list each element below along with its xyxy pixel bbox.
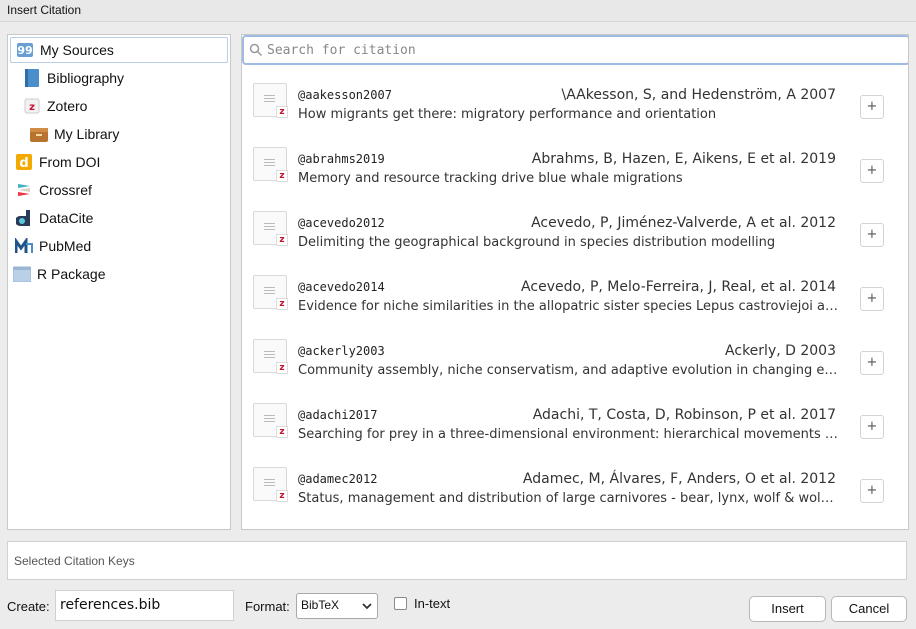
zotero-badge-icon: z xyxy=(276,234,288,246)
zotero-badge-icon: z xyxy=(276,106,288,118)
citation-row[interactable]: z @acevedo2012 Acevedo, P, Jiménez-Valverd… xyxy=(242,205,902,269)
quote-icon: 99 xyxy=(16,41,34,59)
citation-row[interactable]: z @acevedo2014 Acevedo, P, Melo-Ferreira, … xyxy=(242,269,902,333)
citation-title: Memory and resource tracking drive blue … xyxy=(298,171,683,186)
document-icon: z xyxy=(253,147,288,182)
zotero-badge-icon: z xyxy=(276,426,288,438)
book-icon xyxy=(23,69,41,87)
citation-list-panel: z @aakesson2007 \AAkesson, S, and Hedenstr… xyxy=(241,34,909,530)
add-citation-button[interactable]: + xyxy=(860,415,884,439)
sidebar-item-my-library[interactable]: My Library xyxy=(30,121,119,147)
add-citation-button[interactable]: + xyxy=(860,159,884,183)
document-icon: z xyxy=(253,339,288,374)
citation-row[interactable]: z @adamec2012 Adamec, M, Álvares, F, Ander… xyxy=(242,461,902,525)
add-citation-button[interactable]: + xyxy=(860,351,884,375)
add-citation-button[interactable]: + xyxy=(860,223,884,247)
sidebar-item-label: From DOI xyxy=(39,154,101,170)
sidebar-item-crossref[interactable]: Crossref xyxy=(15,177,92,203)
in-text-checkbox[interactable] xyxy=(394,597,407,610)
create-label: Create: xyxy=(7,599,50,614)
insert-button[interactable]: Insert xyxy=(749,596,826,622)
citation-key: @adachi2017 xyxy=(298,408,378,422)
sidebar-item-my-sources[interactable]: 99 My Sources xyxy=(10,37,228,63)
sidebar-item-label: PubMed xyxy=(39,238,92,254)
crossref-icon xyxy=(15,181,33,199)
sidebar-item-label: Bibliography xyxy=(47,70,125,86)
sidebar-item-label: My Sources xyxy=(40,42,114,58)
sidebar-item-label: My Library xyxy=(54,126,120,142)
document-icon: z xyxy=(253,467,288,502)
sources-sidebar: 99 My Sources Bibliography z Zotero My L… xyxy=(7,34,231,530)
citation-authors: Adamec, M, Álvares, F, Anders, O et al. … xyxy=(522,471,836,487)
pubmed-icon xyxy=(15,237,33,255)
citation-title: Delimiting the geographical background i… xyxy=(298,235,776,250)
citation-key: @adamec2012 xyxy=(298,472,378,486)
window-title: Insert Citation xyxy=(0,0,916,22)
citation-key: @ackerly2003 xyxy=(298,344,385,358)
sidebar-item-datacite[interactable]: DataCite xyxy=(15,205,93,231)
add-citation-button[interactable]: + xyxy=(860,287,884,311)
citation-row[interactable]: z @ackerly2003 Ackerly, D 2003 Community as… xyxy=(242,333,902,397)
sidebar-item-label: Crossref xyxy=(39,182,92,198)
citation-key: @aakesson2007 xyxy=(298,88,392,102)
sidebar-item-label: DataCite xyxy=(39,210,94,226)
search-input[interactable] xyxy=(267,42,897,58)
selected-citation-keys[interactable]: Selected Citation Keys xyxy=(7,541,907,580)
citation-authors: \AAkesson, S, and Hedenström, A 2007 xyxy=(561,87,837,103)
zotero-badge-icon: z xyxy=(276,298,288,310)
citation-row-partial xyxy=(242,525,902,529)
sidebar-item-pubmed[interactable]: PubMed xyxy=(15,233,91,259)
citation-title: Status, management and distribution of l… xyxy=(298,491,834,506)
svg-text:99: 99 xyxy=(17,44,32,57)
sidebar-item-zotero[interactable]: z Zotero xyxy=(23,93,87,119)
citation-title: Evidence for niche similarities in the a… xyxy=(298,299,838,314)
library-icon xyxy=(30,125,48,143)
citation-authors: Abrahms, B, Hazen, E, Aikens, E et al. 2… xyxy=(531,151,836,167)
svg-text:z: z xyxy=(29,102,35,113)
zotero-badge-icon: z xyxy=(276,490,288,502)
citation-row[interactable]: z @aakesson2007 \AAkesson, S, and Hedenstr… xyxy=(242,77,902,141)
format-select[interactable]: BibTeX xyxy=(296,593,378,619)
document-icon: z xyxy=(253,275,288,310)
citation-authors: Acevedo, P, Jiménez-Valverde, A et al. 2… xyxy=(531,215,836,231)
sidebar-item-label: Zotero xyxy=(47,98,88,114)
citation-title: Searching for prey in a three-dimensiona… xyxy=(298,427,838,442)
document-icon: z xyxy=(253,211,288,246)
citation-title: Community assembly, niche conservatism, … xyxy=(298,363,838,378)
citation-row[interactable]: z @abrahms2019 Abrahms, B, Hazen, E, Aiken… xyxy=(242,141,902,205)
svg-text:d: d xyxy=(19,156,28,170)
add-citation-button[interactable]: + xyxy=(860,95,884,119)
format-label: Format: xyxy=(245,599,290,614)
doi-icon: d xyxy=(15,153,33,171)
document-icon: z xyxy=(253,403,288,438)
sidebar-item-r-package[interactable]: R Package xyxy=(13,261,105,287)
zotero-badge-icon: z xyxy=(276,170,288,182)
datacite-icon xyxy=(15,209,33,227)
search-box[interactable] xyxy=(242,35,908,65)
format-value: BibTeX xyxy=(301,598,340,612)
r-package-icon xyxy=(13,265,31,283)
citation-key: @acevedo2014 xyxy=(298,280,385,294)
citation-key: @abrahms2019 xyxy=(298,152,385,166)
cancel-button[interactable]: Cancel xyxy=(831,596,907,622)
citation-title: How migrants get there: migratory perfor… xyxy=(298,107,717,122)
citation-authors: Ackerly, D 2003 xyxy=(725,343,836,359)
sidebar-item-label: R Package xyxy=(37,266,106,282)
sidebar-item-from-doi[interactable]: d From DOI xyxy=(15,149,100,175)
document-icon: z xyxy=(253,83,288,118)
zotero-badge-icon: z xyxy=(276,362,288,374)
search-icon xyxy=(249,43,263,57)
chevron-down-icon xyxy=(362,599,372,616)
citation-row[interactable]: z @adachi2017 Adachi, T, Costa, D, Robinso… xyxy=(242,397,902,461)
zotero-icon: z xyxy=(23,97,41,115)
footer-bar: Create: references.bib Format: BibTeX In… xyxy=(0,589,916,629)
add-citation-button[interactable]: + xyxy=(860,479,884,503)
in-text-label: In-text xyxy=(414,596,451,611)
create-file-input[interactable]: references.bib xyxy=(55,590,234,621)
citation-key: @acevedo2012 xyxy=(298,216,385,230)
sidebar-item-bibliography[interactable]: Bibliography xyxy=(23,65,124,91)
citation-authors: Adachi, T, Costa, D, Robinson, P et al. … xyxy=(532,407,836,423)
citation-authors: Acevedo, P, Melo-Ferreira, J, Real, et a… xyxy=(521,279,836,295)
